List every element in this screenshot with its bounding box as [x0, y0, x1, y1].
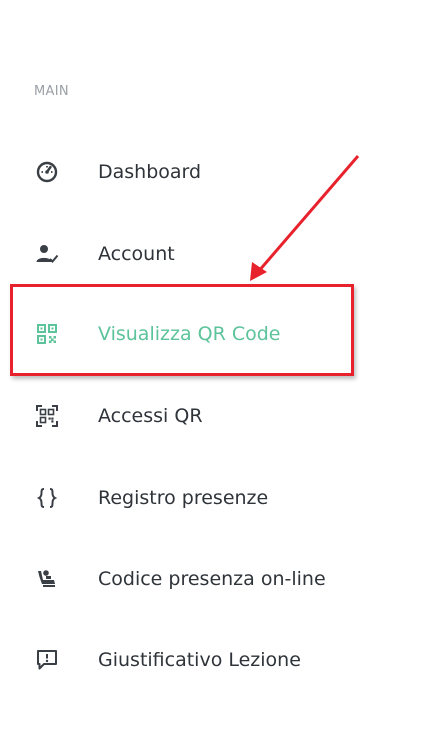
sidebar-item-label: Registro presenze	[98, 487, 269, 509]
user-check-icon	[35, 242, 59, 266]
comment-alert-icon	[35, 648, 59, 672]
sidebar-item-giustificativo-lezione[interactable]: Giustificativo Lezione	[0, 640, 448, 680]
qr-scan-icon	[35, 404, 59, 428]
sidebar-menu: MAIN Dashboard Account Visualizza QR Cod…	[0, 0, 448, 736]
qr-code-icon	[35, 322, 59, 346]
sidebar-item-registro-presenze[interactable]: Registro presenze	[0, 478, 448, 518]
annotation-arrow	[250, 155, 360, 281]
sidebar-item-dashboard[interactable]: Dashboard	[0, 152, 448, 192]
sidebar-item-label: Account	[98, 243, 175, 265]
section-title: MAIN	[34, 84, 69, 99]
sidebar-item-account[interactable]: Account	[0, 234, 448, 274]
sidebar-item-label: Giustificativo Lezione	[98, 649, 301, 671]
sidebar-item-label: Accessi QR	[98, 405, 203, 427]
sidebar-item-label: Dashboard	[98, 161, 202, 183]
sidebar-item-label: Codice presenza on-line	[98, 568, 326, 590]
curly-braces-icon	[35, 486, 59, 510]
sidebar-item-visualizza-qr-code[interactable]: Visualizza QR Code	[0, 314, 448, 354]
seat-icon	[35, 567, 59, 591]
speedometer-icon	[35, 160, 59, 184]
sidebar-item-accessi-qr[interactable]: Accessi QR	[0, 396, 448, 436]
sidebar-item-label: Visualizza QR Code	[98, 323, 281, 345]
sidebar-item-codice-presenza-online[interactable]: Codice presenza on-line	[0, 559, 448, 599]
